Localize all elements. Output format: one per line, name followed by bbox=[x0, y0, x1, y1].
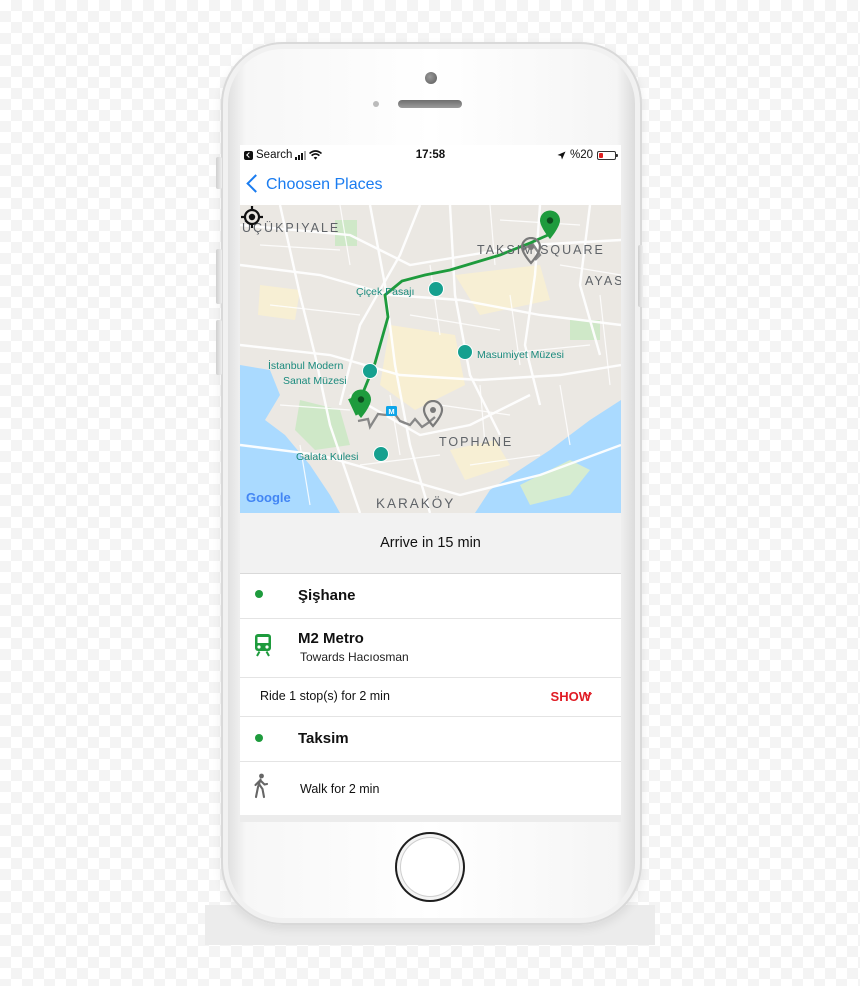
poi-label[interactable]: Galata Kulesi bbox=[296, 451, 358, 463]
proximity-sensor bbox=[373, 101, 379, 107]
mute-switch bbox=[216, 157, 222, 189]
walking-person-icon bbox=[254, 773, 269, 799]
camera-poi-icon[interactable] bbox=[428, 281, 444, 297]
volume-up-button bbox=[216, 249, 222, 304]
earpiece-speaker bbox=[398, 100, 462, 108]
my-location-icon[interactable] bbox=[240, 205, 264, 229]
step-walk[interactable]: Walk for 2 min bbox=[240, 762, 621, 815]
poi-label[interactable]: Çiçek Pasajı bbox=[356, 286, 414, 298]
back-button[interactable]: Choosen Places bbox=[266, 176, 383, 194]
route-map[interactable]: M ÜÇÜKPIYALE TAKSIM SQUARE AYAS TOPHANE … bbox=[240, 205, 621, 513]
end-pin-icon[interactable] bbox=[539, 210, 561, 240]
location-arrow-icon bbox=[557, 151, 566, 159]
battery-icon bbox=[597, 150, 618, 160]
stop-dot-icon bbox=[255, 590, 263, 598]
google-logo-text: Google bbox=[246, 490, 291, 505]
home-button[interactable] bbox=[395, 832, 465, 902]
list-footer bbox=[240, 815, 621, 822]
status-bar: Search 17:58 %20 bbox=[240, 145, 621, 167]
volume-down-button bbox=[216, 320, 222, 375]
power-button bbox=[638, 245, 643, 307]
step-end-stop[interactable]: Taksim bbox=[240, 717, 621, 762]
museum-poi-icon[interactable] bbox=[457, 344, 473, 360]
map-area-label: TOPHANE bbox=[439, 435, 514, 449]
walk-info-text: Walk for 2 min bbox=[300, 782, 380, 796]
destination-marker-icon[interactable] bbox=[520, 237, 542, 265]
arrival-text: Arrive in 15 min bbox=[380, 535, 481, 551]
transit-direction: Towards Hacıosman bbox=[300, 650, 409, 664]
poi-label[interactable]: Sanat Müzesi bbox=[283, 375, 347, 387]
transit-line-name: M2 Metro bbox=[298, 630, 364, 647]
museum-poi-icon[interactable] bbox=[362, 363, 378, 379]
start-stop-name: Şişhane bbox=[298, 587, 356, 604]
map-area-label: KARAKÖY bbox=[376, 496, 456, 511]
map-area-label: AYAS bbox=[585, 274, 621, 288]
train-icon bbox=[255, 634, 271, 657]
stop-dot-icon bbox=[255, 734, 263, 742]
step-ride-info[interactable]: Ride 1 stop(s) for 2 min SHOW bbox=[240, 678, 621, 717]
navigation-bar: Choosen Places bbox=[240, 169, 621, 205]
ride-info-text: Ride 1 stop(s) for 2 min bbox=[260, 689, 390, 703]
poi-label[interactable]: Masumiyet Müzesi bbox=[477, 349, 564, 361]
front-camera bbox=[425, 72, 437, 84]
start-pin-icon[interactable] bbox=[350, 389, 372, 419]
metro-badge: M bbox=[388, 407, 394, 416]
show-stops-button[interactable]: SHOW bbox=[551, 689, 591, 704]
phone-screen: Search 17:58 %20 Choosen Places M ÜÇÜKPI… bbox=[240, 145, 621, 822]
step-start-stop[interactable]: Şişhane bbox=[240, 574, 621, 619]
step-transit[interactable]: M2 Metro Towards Hacıosman bbox=[240, 619, 621, 678]
tower-poi-icon[interactable] bbox=[373, 446, 389, 462]
end-stop-name: Taksim bbox=[298, 730, 349, 747]
chevron-left-icon[interactable] bbox=[246, 174, 265, 193]
origin-marker-icon[interactable] bbox=[422, 400, 444, 428]
status-right: %20 bbox=[557, 149, 618, 161]
arrival-summary: Arrive in 15 min bbox=[240, 513, 621, 574]
poi-label[interactable]: İstanbul Modern bbox=[268, 360, 343, 372]
battery-percent: %20 bbox=[569, 149, 593, 161]
google-logo: Google bbox=[246, 490, 291, 505]
